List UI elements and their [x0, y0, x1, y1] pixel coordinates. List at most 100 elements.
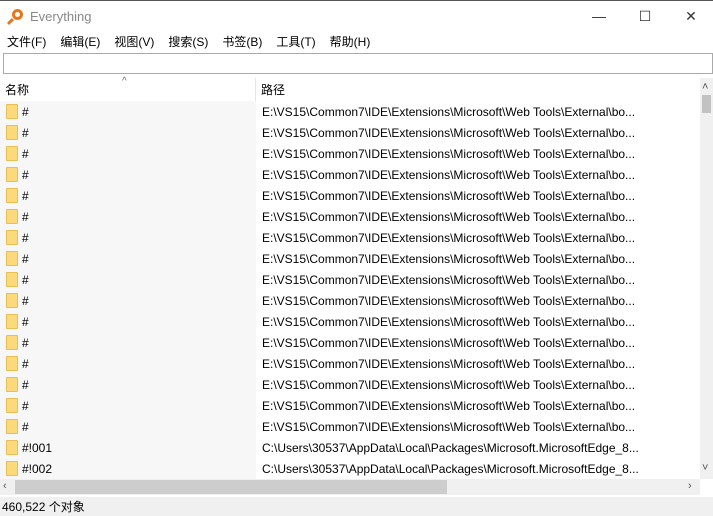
path-cell: E:\VS15\Common7\IDE\Extensions\Microsoft… [262, 167, 636, 182]
table-row[interactable]: # E:\VS15\Common7\IDE\Extensions\Microsof… [0, 290, 700, 311]
name-cell: # [0, 143, 256, 164]
search-input[interactable] [3, 53, 713, 74]
name-cell: # [0, 269, 256, 290]
path-cell: E:\VS15\Common7\IDE\Extensions\Microsoft… [262, 419, 636, 434]
file-name: # [22, 398, 29, 413]
path-cell: E:\VS15\Common7\IDE\Extensions\Microsoft… [262, 104, 636, 119]
file-name: #!002 [22, 461, 53, 476]
table-row[interactable]: # E:\VS15\Common7\IDE\Extensions\Microsof… [0, 332, 700, 353]
path-cell: E:\VS15\Common7\IDE\Extensions\Microsoft… [262, 356, 636, 371]
file-name: # [22, 335, 29, 350]
vertical-scroll-thumb[interactable] [702, 95, 711, 113]
name-cell: # [0, 206, 256, 227]
table-row[interactable]: # E:\VS15\Common7\IDE\Extensions\Microsof… [0, 164, 700, 185]
name-cell: # [0, 395, 256, 416]
scroll-right-icon[interactable]: › [688, 480, 692, 492]
name-cell: # [0, 248, 256, 269]
folder-icon [6, 419, 18, 434]
file-name: # [22, 146, 29, 161]
menu-item-4[interactable]: 书签(B) [215, 33, 269, 50]
menu-item-3[interactable]: 搜索(S) [161, 33, 215, 50]
name-cell: # [0, 185, 256, 206]
folder-icon [6, 293, 18, 308]
column-header-path[interactable]: 路径 [256, 78, 700, 101]
menu-item-1[interactable]: 编辑(E) [53, 33, 107, 50]
path-cell: E:\VS15\Common7\IDE\Extensions\Microsoft… [262, 146, 636, 161]
object-count: 460,522 个对象 [2, 500, 85, 514]
folder-icon [6, 146, 18, 161]
folder-icon [6, 335, 18, 350]
path-cell: E:\VS15\Common7\IDE\Extensions\Microsoft… [262, 188, 636, 203]
results-list: # E:\VS15\Common7\IDE\Extensions\Microsof… [0, 101, 700, 479]
minimize-button[interactable]: — [576, 1, 622, 31]
table-row[interactable]: # E:\VS15\Common7\IDE\Extensions\Microsof… [0, 185, 700, 206]
scroll-up-icon[interactable]: ˄ [702, 81, 708, 93]
table-row[interactable]: # E:\VS15\Common7\IDE\Extensions\Microsof… [0, 143, 700, 164]
menu-item-5[interactable]: 工具(T) [269, 33, 322, 50]
close-button[interactable]: ✕ [668, 1, 713, 31]
file-name: # [22, 293, 29, 308]
name-cell: # [0, 290, 256, 311]
name-cell: # [0, 164, 256, 185]
table-row[interactable]: # E:\VS15\Common7\IDE\Extensions\Microsof… [0, 416, 700, 437]
folder-icon [6, 356, 18, 371]
menu-item-2[interactable]: 视图(V) [107, 33, 161, 50]
file-name: # [22, 188, 29, 203]
column-header: ^ 名称 路径 [0, 76, 700, 101]
folder-icon [6, 188, 18, 203]
file-name: # [22, 104, 29, 119]
table-row[interactable]: # E:\VS15\Common7\IDE\Extensions\Microsof… [0, 269, 700, 290]
column-path-label: 路径 [261, 83, 286, 97]
file-name: # [22, 272, 29, 287]
name-cell: # [0, 311, 256, 332]
folder-icon [6, 461, 18, 476]
scroll-down-icon[interactable]: ˅ [702, 462, 708, 474]
file-name: #!001 [22, 440, 53, 455]
file-name: # [22, 125, 29, 140]
folder-icon [6, 398, 18, 413]
table-row[interactable]: # E:\VS15\Common7\IDE\Extensions\Microsof… [0, 227, 700, 248]
path-cell: E:\VS15\Common7\IDE\Extensions\Microsoft… [262, 293, 636, 308]
path-cell: E:\VS15\Common7\IDE\Extensions\Microsoft… [262, 272, 636, 287]
name-cell: # [0, 353, 256, 374]
horizontal-scrollbar[interactable]: ‹ › [0, 479, 700, 495]
path-cell: C:\Users\30537\AppData\Local\Packages\Mi… [262, 461, 639, 476]
menu-item-6[interactable]: 帮助(H) [323, 33, 378, 50]
app-logo-icon [6, 8, 24, 26]
table-row[interactable]: # E:\VS15\Common7\IDE\Extensions\Microsof… [0, 248, 700, 269]
table-row[interactable]: #!001 C:\Users\30537\AppData\Local\Packag… [0, 437, 700, 458]
folder-icon [6, 440, 18, 455]
vertical-scrollbar[interactable]: ˄ ˅ [700, 78, 713, 479]
path-cell: E:\VS15\Common7\IDE\Extensions\Microsoft… [262, 125, 636, 140]
menu-item-0[interactable]: 文件(F) [0, 33, 53, 50]
table-row[interactable]: # E:\VS15\Common7\IDE\Extensions\Microsof… [0, 206, 700, 227]
horizontal-scroll-thumb[interactable] [15, 480, 447, 494]
folder-icon [6, 209, 18, 224]
folder-icon [6, 125, 18, 140]
folder-icon [6, 230, 18, 245]
name-cell: #!001 [0, 437, 256, 458]
table-row[interactable]: # E:\VS15\Common7\IDE\Extensions\Microsof… [0, 374, 700, 395]
table-row[interactable]: #!002 C:\Users\30537\AppData\Local\Packag… [0, 458, 700, 479]
folder-icon [6, 104, 18, 119]
table-row[interactable]: # E:\VS15\Common7\IDE\Extensions\Microsof… [0, 101, 700, 122]
table-row[interactable]: # E:\VS15\Common7\IDE\Extensions\Microsof… [0, 311, 700, 332]
file-name: # [22, 230, 29, 245]
table-row[interactable]: # E:\VS15\Common7\IDE\Extensions\Microsof… [0, 353, 700, 374]
folder-icon [6, 272, 18, 287]
file-name: # [22, 167, 29, 182]
file-name: # [22, 356, 29, 371]
table-row[interactable]: # E:\VS15\Common7\IDE\Extensions\Microsof… [0, 122, 700, 143]
name-cell: # [0, 122, 256, 143]
file-name: # [22, 209, 29, 224]
status-bar: 460,522 个对象 [0, 497, 713, 516]
table-row[interactable]: # E:\VS15\Common7\IDE\Extensions\Microsof… [0, 395, 700, 416]
folder-icon [6, 377, 18, 392]
column-header-name[interactable]: ^ 名称 [0, 76, 256, 101]
path-cell: E:\VS15\Common7\IDE\Extensions\Microsoft… [262, 377, 636, 392]
file-name: # [22, 314, 29, 329]
scroll-left-icon[interactable]: ‹ [3, 480, 7, 492]
maximize-button[interactable]: ☐ [622, 1, 668, 31]
folder-icon [6, 251, 18, 266]
name-cell: # [0, 374, 256, 395]
